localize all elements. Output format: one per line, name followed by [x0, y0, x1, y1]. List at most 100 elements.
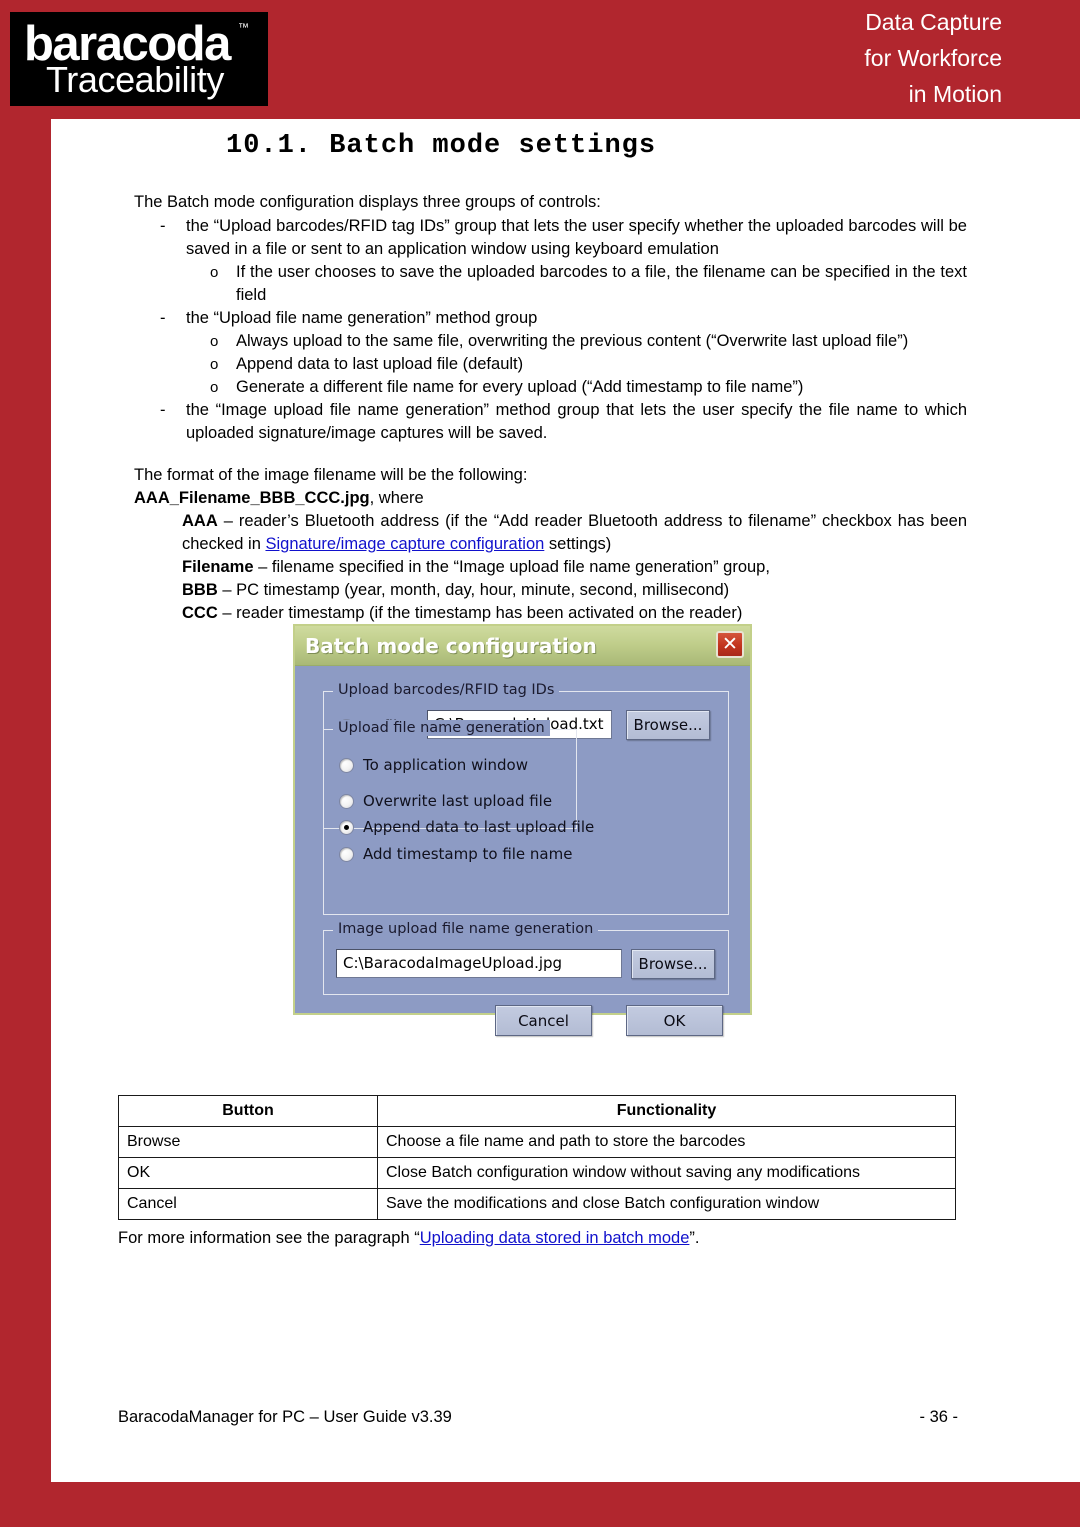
format-pattern-line: AAA_Filename_BBB_CCC.jpg, where [134, 487, 967, 510]
list-item: - the “Upload file name generation” meth… [134, 307, 967, 399]
format-pattern-tail: , where [369, 489, 424, 507]
list-item: o Generate a different file name for eve… [186, 376, 967, 399]
button-functionality-table: Button Functionality Browse Choose a fil… [118, 1095, 956, 1220]
footer-guide-title: BaracodaManager for PC – User Guide v3.3… [118, 1408, 452, 1426]
definition-term: BBB [182, 581, 218, 599]
browse-image-button[interactable]: Browse... [631, 949, 715, 979]
radio-append-label: Append data to last upload file [363, 818, 595, 836]
list-item: o If the user chooses to save the upload… [186, 261, 967, 307]
table-row: Cancel Save the modifications and close … [118, 1188, 956, 1220]
page-root: baracoda ™ Traceability Data Capture for… [0, 0, 1080, 1527]
group-upload-file-name-generation-label: Upload file name generation [333, 720, 550, 736]
bullet-dash-marker: - [160, 309, 166, 327]
definition-text-before: – reader timestamp (if the timestamp has… [217, 604, 743, 622]
bullet-circle-marker: o [210, 379, 219, 396]
more-info-text-before: For more information see the paragraph “ [118, 1229, 420, 1247]
group-upload-barcodes-label: Upload barcodes/RFID tag IDs [333, 682, 560, 698]
page-header: baracoda ™ Traceability Data Capture for… [0, 0, 1080, 119]
bullet-text: If the user chooses to save the uploaded… [236, 263, 967, 304]
cell-button-name: Browse [118, 1126, 378, 1158]
signature-capture-config-link[interactable]: Signature/image capture configuration [265, 535, 544, 553]
radio-add-timestamp-label: Add timestamp to file name [363, 845, 573, 863]
format-intro: The format of the image filename will be… [134, 466, 528, 484]
definition-term: AAA [182, 512, 218, 530]
intro-paragraph: The Batch mode configuration displays th… [134, 193, 601, 211]
radio-overwrite-indicator[interactable] [339, 793, 354, 809]
bullet-circle-marker: o [210, 333, 219, 350]
list-item: o Always upload to the same file, overwr… [186, 330, 967, 353]
dialog-body: Upload barcodes/RFID tag IDs To file C:\… [295, 666, 750, 1036]
radio-append-data-to-last-upload-file[interactable]: Append data to last upload file [339, 818, 594, 836]
filename-format-section: The format of the image filename will be… [134, 464, 967, 625]
bullet-dash-marker: - [160, 401, 166, 419]
radio-append-indicator[interactable] [339, 819, 354, 835]
table-header: Button Functionality [118, 1095, 956, 1127]
cell-functionality: Save the modifications and close Batch c… [377, 1188, 956, 1220]
baracoda-logo: baracoda ™ Traceability [10, 12, 268, 106]
bullet-level-1-list: - the “Upload barcodes/RFID tag IDs” gro… [134, 215, 967, 445]
definition-filename: Filename – filename specified in the “Im… [134, 556, 967, 579]
definition-term: CCC [182, 604, 218, 622]
definition-text-after: settings) [544, 535, 612, 553]
browse-upload-button[interactable]: Browse... [626, 710, 710, 740]
list-item: o Append data to last upload file (defau… [186, 353, 967, 376]
footer-page-number: - 36 - [919, 1408, 958, 1426]
cell-functionality: Close Batch configuration window without… [377, 1157, 956, 1189]
format-pattern: AAA_Filename_BBB_CCC.jpg [134, 489, 370, 507]
definition-text-before: – filename specified in the “Image uploa… [253, 558, 770, 576]
bullet-dash-marker: - [160, 217, 166, 235]
uploading-data-batch-mode-link[interactable]: Uploading data stored in batch mode [420, 1229, 690, 1247]
definition-ccc: CCC – reader timestamp (if the timestamp… [134, 602, 967, 625]
more-info-text-after: ”. [689, 1229, 700, 1247]
dialog-titlebar: Batch mode configuration ✕ [295, 626, 750, 666]
logo-trademark-icon: ™ [238, 22, 249, 34]
bullet-circle-marker: o [210, 264, 219, 281]
list-item: - the “Upload barcodes/RFID tag IDs” gro… [134, 215, 967, 307]
more-info-paragraph: For more information see the paragraph “… [118, 1227, 956, 1250]
column-header-button: Button [118, 1095, 378, 1127]
radio-overwrite-label: Overwrite last upload file [363, 792, 553, 810]
bullet-text: the “Upload file name generation” method… [186, 309, 538, 327]
header-tagline: Data Capture for Workforce in Motion [864, 4, 1002, 112]
definition-term: Filename [182, 558, 254, 576]
ok-button[interactable]: OK [626, 1005, 723, 1036]
cancel-button[interactable]: Cancel [495, 1005, 592, 1036]
header-tagline-line-3: in Motion [908, 81, 1002, 107]
bullet-level-2-list: o If the user chooses to save the upload… [186, 261, 967, 307]
radio-add-timestamp-indicator[interactable] [339, 846, 354, 862]
header-tagline-line-1: Data Capture [865, 9, 1002, 35]
table-row: Browse Choose a file name and path to st… [118, 1126, 956, 1158]
table-body: Browse Choose a file name and path to st… [118, 1126, 956, 1220]
group-upload-file-name-generation: Upload file name generation [323, 720, 577, 829]
header-tagline-line-2: for Workforce [864, 45, 1002, 71]
bullet-text: the “Image upload file name generation” … [186, 401, 967, 442]
batch-mode-configuration-dialog: Batch mode configuration ✕ Upload barcod… [293, 624, 752, 1036]
logo-tagline: Traceability [46, 59, 224, 100]
document-body: 10.1. Batch mode settings The Batch mode… [51, 119, 1080, 1482]
bullet-circle-marker: o [210, 356, 219, 373]
bullet-text: the “Upload barcodes/RFID tag IDs” group… [186, 217, 967, 258]
close-icon[interactable]: ✕ [716, 631, 744, 658]
radio-add-timestamp-to-file-name[interactable]: Add timestamp to file name [339, 845, 572, 863]
definition-bbb: BBB – PC timestamp (year, month, day, ho… [134, 579, 967, 602]
list-item: - the “Image upload file name generation… [134, 399, 967, 445]
controls-bullet-list: - the “Upload barcodes/RFID tag IDs” gro… [134, 215, 967, 445]
column-header-functionality: Functionality [377, 1095, 956, 1127]
definition-text-before: – PC timestamp (year, month, day, hour, … [217, 581, 730, 599]
page-footer: BaracodaManager for PC – User Guide v3.3… [118, 1408, 958, 1427]
image-upload-path-input[interactable]: C:\BaracodaImageUpload.jpg [336, 949, 622, 978]
page-title: 10.1. Batch mode settings [226, 131, 657, 161]
radio-overwrite-last-upload-file[interactable]: Overwrite last upload file [339, 792, 552, 810]
group-image-upload-label: Image upload file name generation [333, 921, 599, 937]
definition-aaa: AAA – reader’s Bluetooth address (if the… [134, 510, 967, 556]
cell-button-name: OK [118, 1157, 378, 1189]
bullet-text: Always upload to the same file, overwrit… [236, 332, 909, 350]
bullet-level-2-list: o Always upload to the same file, overwr… [186, 330, 967, 399]
bullet-text: Generate a different file name for every… [236, 378, 804, 396]
bullet-text: Append data to last upload file (default… [236, 355, 524, 373]
dialog-title: Batch mode configuration [305, 634, 597, 658]
cell-functionality: Choose a file name and path to store the… [377, 1126, 956, 1158]
cell-button-name: Cancel [118, 1188, 378, 1220]
table-row: Button Functionality [118, 1095, 956, 1127]
table-row: OK Close Batch configuration window with… [118, 1157, 956, 1189]
